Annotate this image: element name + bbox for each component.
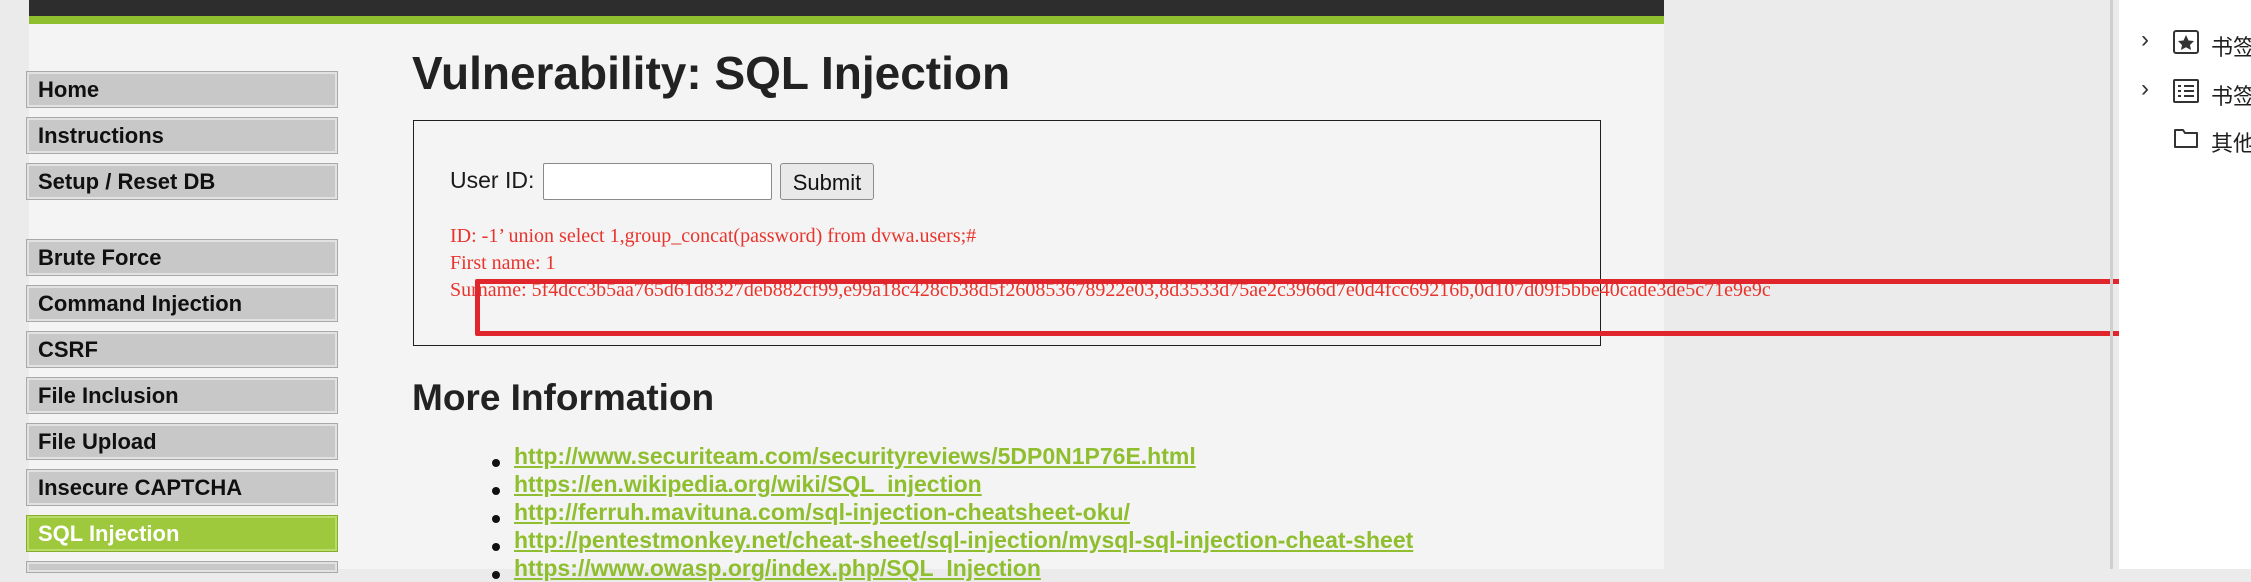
bookmarks-sidebar: › 书签 › 书签 其他 (2119, 0, 2251, 569)
menu-item-sql-injection[interactable]: SQL Injection (26, 515, 338, 552)
link-pentestmonkey[interactable]: http://pentestmonkey.net/cheat-sheet/sql… (514, 527, 1413, 554)
list-bullet (492, 571, 500, 579)
menu-item-setup-reset-db[interactable]: Setup / Reset DB (26, 163, 338, 200)
list-bullet (492, 487, 500, 495)
menu-item-brute-force[interactable]: Brute Force (26, 239, 338, 276)
menu-item-partial[interactable] (26, 561, 338, 573)
menu-item-insecure-captcha[interactable]: Insecure CAPTCHA (26, 469, 338, 506)
menu-item-instructions[interactable]: Instructions (26, 117, 338, 154)
menu-item-file-inclusion[interactable]: File Inclusion (26, 377, 338, 414)
menu-item-home[interactable]: Home (26, 71, 338, 108)
more-information-heading: More Information (412, 377, 715, 418)
list-icon (2173, 79, 2199, 103)
link-securiteam[interactable]: http://www.securiteam.com/securityreview… (514, 443, 1196, 470)
sidebar-item-bookmarks[interactable]: 书签 (2211, 30, 2251, 62)
header-bar (29, 0, 1664, 16)
chevron-right-icon[interactable]: › (2141, 26, 2149, 54)
output-first-name-line: First name: 1 (450, 252, 556, 274)
list-bullet (492, 543, 500, 551)
chevron-right-icon[interactable]: › (2141, 75, 2149, 103)
link-wikipedia[interactable]: https://en.wikipedia.org/wiki/SQL_inject… (514, 471, 982, 498)
list-bullet (492, 459, 500, 467)
menu-item-csrf[interactable]: CSRF (26, 331, 338, 368)
user-id-input[interactable] (543, 163, 772, 200)
sidebar-item-bookmarks-list[interactable]: 书签 (2211, 79, 2251, 111)
user-id-label: User ID: (450, 167, 535, 193)
submit-button[interactable]: Submit (780, 163, 874, 200)
header-accent-bar (29, 16, 1664, 24)
menu-item-command-injection[interactable]: Command Injection (26, 285, 338, 322)
menu-item-file-upload[interactable]: File Upload (26, 423, 338, 460)
page-title: Vulnerability: SQL Injection (412, 47, 1011, 99)
star-bookmark-icon (2173, 30, 2199, 54)
output-id-line: ID: -1’ union select 1,group_concat(pass… (450, 225, 977, 247)
link-ferruh[interactable]: http://ferruh.mavituna.com/sql-injection… (514, 499, 1130, 526)
list-bullet (492, 515, 500, 523)
folder-icon (2174, 129, 2198, 148)
sidebar-item-other[interactable]: 其他 (2211, 126, 2251, 158)
highlight-annotation-box (475, 279, 2181, 336)
sidebar-divider[interactable] (2110, 0, 2113, 569)
